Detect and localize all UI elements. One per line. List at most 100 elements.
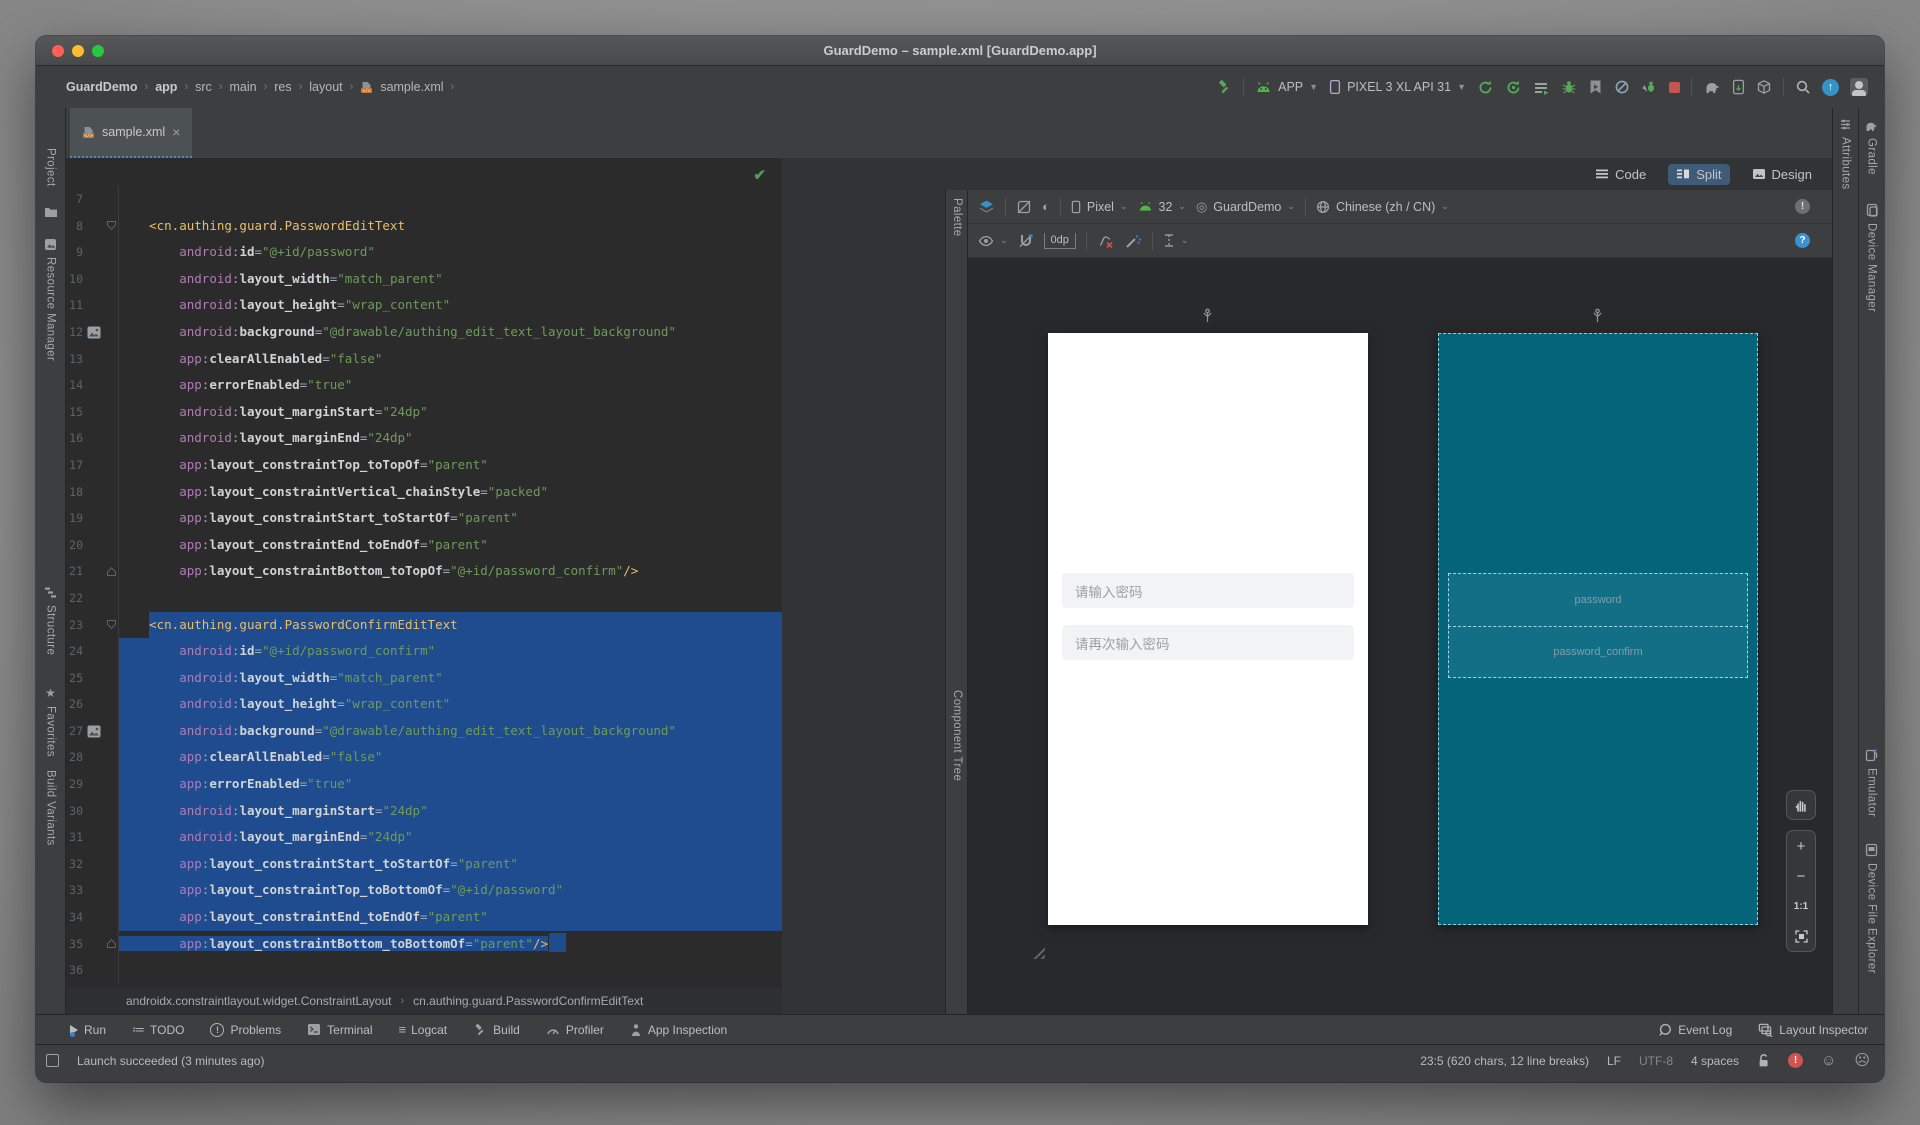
sidebar-item-emulator[interactable]: Emulator [1859, 748, 1884, 817]
code-text[interactable]: android:layout_height="wrap_content" [119, 691, 782, 718]
palette-strip-label[interactable]: Palette [951, 198, 963, 237]
toolwindow-terminal[interactable]: Terminal [307, 1023, 373, 1037]
blueprint-password-confirm-box[interactable]: password_confirm [1448, 626, 1748, 678]
code-text[interactable]: app:layout_constraintEnd_toEndOf="parent… [119, 532, 782, 559]
code-text[interactable]: <cn.authing.guard.PasswordConfirmEditTex… [119, 611, 782, 639]
mode-design-button[interactable]: Design [1744, 164, 1820, 185]
code-line-17[interactable]: 17 app:layout_constraintTop_toTopOf="par… [66, 451, 782, 479]
fold-close-icon[interactable] [104, 930, 119, 958]
update-available-icon[interactable]: ↑ [1822, 78, 1839, 96]
resize-handle[interactable] [1030, 944, 1045, 959]
run-configuration-selector[interactable]: APP ▼ [1255, 80, 1318, 94]
code-text[interactable]: android:layout_marginStart="24dp" [119, 399, 782, 426]
clear-constraints-icon[interactable] [1097, 233, 1115, 249]
sidebar-item-gradle[interactable]: Gradle [1859, 120, 1884, 175]
code-line-8[interactable]: 8 <cn.authing.guard.PasswordEditText [66, 212, 782, 240]
code-line-19[interactable]: 19 app:layout_constraintStart_toStartOf=… [66, 505, 782, 532]
code-line-35[interactable]: 35 app:layout_constraintBottom_toBottomO… [66, 930, 782, 958]
code-line-9[interactable]: 9 android:id="@+id/password" [66, 239, 782, 266]
breadcrumb-item[interactable]: GuardDemo [66, 80, 138, 94]
code-editor[interactable]: 78 <cn.authing.guard.PasswordEditText 9 a… [66, 158, 782, 1014]
blueprint-password-box[interactable]: password [1448, 573, 1748, 627]
profile-avatar[interactable] [1850, 78, 1868, 96]
code-line-32[interactable]: 32 app:layout_constraintStart_toStartOf=… [66, 850, 782, 878]
mode-code-button[interactable]: Code [1587, 164, 1654, 185]
orientation-icon[interactable] [1016, 199, 1032, 215]
tool-window-switcher-icon[interactable] [46, 1054, 59, 1067]
autoconnect-off-icon[interactable] [1018, 233, 1034, 248]
folder-icon[interactable] [36, 206, 65, 218]
fold-close-icon[interactable] [104, 558, 119, 585]
sidebar-item-attributes[interactable]: Attributes [1833, 118, 1858, 190]
code-text[interactable]: android:layout_marginStart="24dp" [119, 797, 782, 825]
design-preview-phone[interactable]: 请输入密码 请再次输入密码 [1048, 333, 1368, 925]
code-area[interactable]: 78 <cn.authing.guard.PasswordEditText 9 a… [66, 158, 782, 984]
render-warning-icon[interactable]: ! [1795, 199, 1810, 214]
help-icon[interactable]: ? [1795, 233, 1810, 248]
device-manager-icon[interactable] [1732, 79, 1745, 95]
code-text[interactable]: android:layout_marginEnd="24dp" [119, 425, 782, 452]
sidebar-item-resource-manager[interactable]: Resource Manager [36, 238, 65, 361]
toolwindow-layout-inspector[interactable]: Layout Inspector [1758, 1023, 1868, 1037]
search-icon[interactable] [1795, 79, 1811, 95]
code-text[interactable]: app:clearAllEnabled="false" [119, 744, 782, 772]
fold-open-icon[interactable] [104, 212, 119, 240]
breadcrumb-constraintlayout[interactable]: androidx.constraintlayout.widget.Constra… [126, 994, 392, 1008]
design-surface[interactable]: 请输入密码 请再次输入密码 password password_confirm … [968, 258, 1832, 1014]
build-hammer-icon[interactable] [1216, 79, 1232, 95]
indent-indicator[interactable]: 4 spaces [1691, 1054, 1739, 1068]
code-text[interactable]: android:layout_height="wrap_content" [119, 292, 782, 319]
code-line-10[interactable]: 10 android:layout_width="match_parent" [66, 265, 782, 293]
code-text[interactable]: app:layout_constraintTop_toTopOf="parent… [119, 452, 782, 479]
breadcrumb-item[interactable]: res [274, 80, 291, 94]
code-line-16[interactable]: 16 android:layout_marginEnd="24dp" [66, 425, 782, 452]
code-text[interactable] [119, 186, 782, 213]
drawable-preview-icon[interactable] [83, 319, 104, 346]
toolwindow-run[interactable]: Run [70, 1023, 106, 1037]
breadcrumb-item[interactable]: app [155, 80, 177, 94]
code-line-23[interactable]: 23 <cn.authing.guard.PasswordConfirmEdit… [66, 611, 782, 639]
error-indicator-icon[interactable]: ! [1788, 1053, 1804, 1068]
device-selector[interactable]: PIXEL 3 XL API 31 ▼ [1329, 79, 1466, 95]
device-for-preview-selector[interactable]: Pixel ⌄ [1071, 200, 1128, 214]
drawable-preview-icon[interactable] [83, 718, 104, 745]
code-text[interactable]: android:id="@+id/password" [119, 239, 782, 266]
code-text[interactable]: app:layout_constraintBottom_toBottomOf="… [119, 931, 782, 958]
code-text[interactable]: app:layout_constraintStart_toStartOf="pa… [119, 850, 782, 878]
night-mode-icon[interactable]: ◐ [1042, 199, 1050, 214]
code-text[interactable]: app:layout_constraintStart_toStartOf="pa… [119, 505, 782, 532]
code-line-12[interactable]: 12 android:background="@drawable/authing… [66, 318, 782, 346]
code-line-15[interactable]: 15 android:layout_marginStart="24dp" [66, 398, 782, 426]
blueprint-preview-phone[interactable]: password password_confirm [1438, 333, 1758, 925]
toolwindow-profiler[interactable]: Profiler [546, 1023, 604, 1037]
code-line-36[interactable]: 36 [66, 957, 782, 984]
code-line-22[interactable]: 22 [66, 584, 782, 612]
code-text[interactable]: android:background="@drawable/authing_ed… [119, 319, 782, 346]
debug-icon[interactable] [1561, 79, 1577, 95]
password-input-preview[interactable]: 请输入密码 [1062, 573, 1354, 608]
pan-hand-icon[interactable] [1786, 790, 1816, 820]
stop-icon[interactable] [1669, 81, 1680, 93]
code-line-11[interactable]: 11 android:layout_height="wrap_content" [66, 292, 782, 319]
breadcrumb-item[interactable]: layout [309, 80, 342, 94]
toolwindow-event-log[interactable]: Event Log [1658, 1023, 1732, 1037]
code-text[interactable]: android:layout_width="match_parent" [119, 266, 782, 293]
gradle-sync-icon[interactable] [1703, 80, 1721, 95]
code-line-28[interactable]: 28 app:clearAllEnabled="false" [66, 744, 782, 772]
toolwindow-problems[interactable]: ! Problems [210, 1022, 281, 1037]
fold-open-icon[interactable] [104, 611, 119, 639]
code-text[interactable]: android:background="@drawable/authing_ed… [119, 717, 782, 745]
infer-constraints-icon[interactable] [1125, 233, 1142, 249]
code-line-27[interactable]: 27 android:background="@drawable/authing… [66, 717, 782, 745]
code-line-7[interactable]: 7 [66, 186, 782, 213]
toolwindow-todo[interactable]: ≔ TODO [132, 1022, 184, 1038]
code-text[interactable]: <cn.authing.guard.PasswordEditText [119, 213, 782, 240]
code-line-26[interactable]: 26 android:layout_height="wrap_content" [66, 691, 782, 718]
code-text[interactable]: android:layout_width="match_parent" [119, 664, 782, 692]
mode-split-button[interactable]: Split [1668, 163, 1730, 185]
status-message[interactable]: Launch succeeded (3 minutes ago) [77, 1054, 264, 1068]
code-text[interactable]: app:clearAllEnabled="false" [119, 346, 782, 373]
component-tree-strip-label[interactable]: Component Tree [951, 690, 963, 781]
code-line-14[interactable]: 14 app:errorEnabled="true" [66, 372, 782, 399]
theme-selector[interactable]: ◎ GuardDemo ⌄ [1196, 199, 1295, 215]
